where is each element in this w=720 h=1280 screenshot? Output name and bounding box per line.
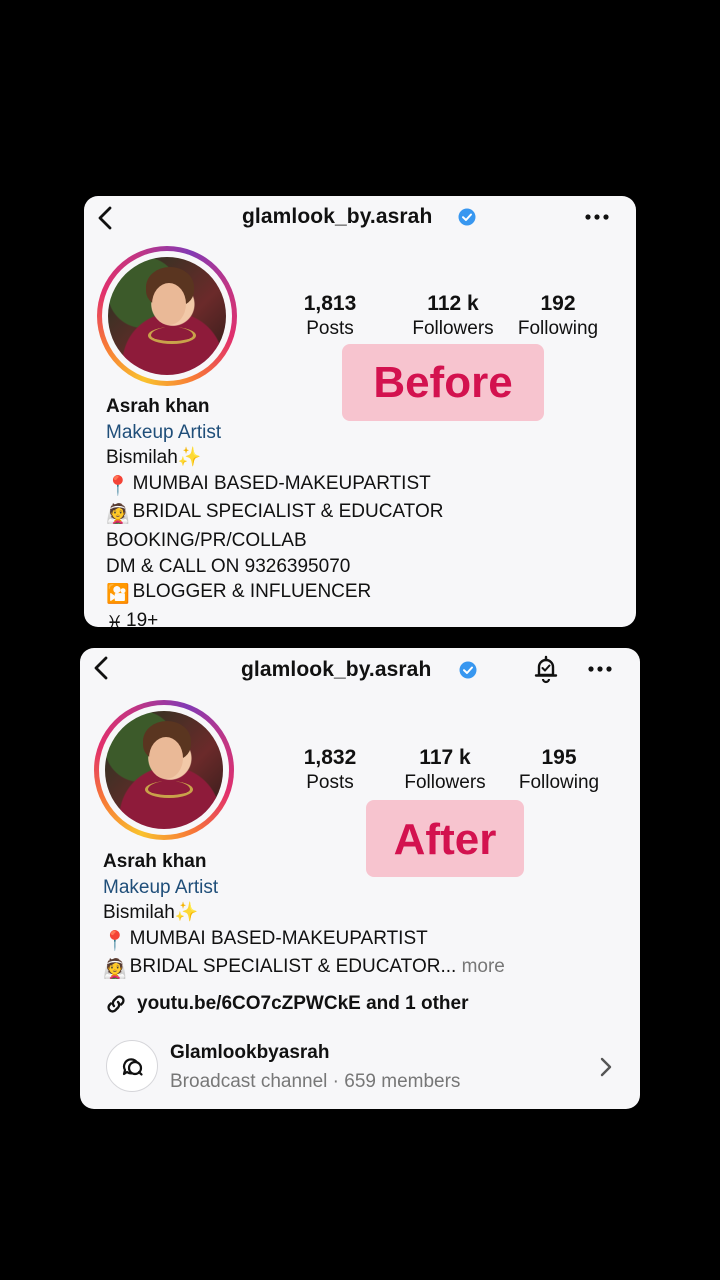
stat-followers[interactable]: 112 k Followers <box>393 292 513 342</box>
followers-label: Followers <box>404 772 486 793</box>
profile-username: glamlook_by.asrah <box>241 658 432 681</box>
following-count: 192 <box>540 292 576 315</box>
bio-line: 👰 BRIDAL SPECIALIST & EDUCATOR... more <box>103 954 505 983</box>
profile-link[interactable]: youtu.be/6CO7cZPWCkE and 1 other <box>137 993 469 1015</box>
camera-icon: 🎦 <box>106 584 130 606</box>
bride-icon: 👰 <box>106 504 130 526</box>
profile-bio: Asrah khan Makeup Artist Bismilah✨ 📍 MUMB… <box>103 849 505 983</box>
posts-label: Posts <box>306 318 354 339</box>
chevron-right-icon <box>600 1057 612 1077</box>
pisces-icon: ♓ <box>106 612 124 627</box>
followers-count: 112 k <box>427 292 479 315</box>
bio-line: BOOKING/PR/COLLAB <box>106 529 307 551</box>
profile-bio: Asrah khan Makeup Artist Bismilah✨ 📍 MUMB… <box>106 394 443 627</box>
more-options-icon[interactable] <box>587 665 613 673</box>
bell-icon[interactable] <box>531 654 561 684</box>
bio-line: DM & CALL ON 9326395070 <box>106 555 351 577</box>
posts-label: Posts <box>306 772 354 793</box>
bio-line: 👰 BRIDAL SPECIALIST & EDUCATOR <box>106 499 443 528</box>
bio-line: Bismilah✨ <box>106 447 202 469</box>
bio-line: 📍 MUMBAI BASED-MAKEUPARTIST <box>103 926 505 955</box>
channel-name: Glamlookbyasrah <box>170 1042 330 1063</box>
link-icon <box>107 995 125 1013</box>
stat-following[interactable]: 192 Following <box>508 292 608 342</box>
profile-header: glamlook_by.asrah <box>84 196 636 240</box>
back-icon[interactable] <box>90 654 112 682</box>
stat-posts: 1,813 Posts <box>290 292 370 342</box>
followers-count: 117 k <box>419 746 471 769</box>
pin-icon: 📍 <box>106 475 130 497</box>
verified-icon <box>458 208 476 226</box>
channel-meta: Broadcast channel · 659 members <box>170 1071 461 1092</box>
profile-name: Asrah khan <box>103 851 207 872</box>
following-count: 195 <box>541 746 577 769</box>
broadcast-channel-icon <box>106 1040 158 1092</box>
bio-line: 🎦 BLOGGER & INFLUENCER <box>106 579 443 608</box>
profile-category[interactable]: Makeup Artist <box>106 420 443 446</box>
profile-username: glamlook_by.asrah <box>242 205 433 228</box>
posts-count: 1,832 <box>303 746 357 769</box>
broadcast-channel-row[interactable]: Glamlookbyasrah Broadcast channel · 659 … <box>106 1040 616 1096</box>
bio-line: 📍 MUMBAI BASED-MAKEUPARTIST <box>106 471 443 500</box>
bio-more-link[interactable]: more <box>462 956 505 977</box>
pin-icon: 📍 <box>103 930 127 952</box>
verified-icon <box>459 661 477 679</box>
bio-line: ♓ 19+ <box>106 608 443 627</box>
following-label: Following <box>518 772 600 793</box>
followers-label: Followers <box>412 318 494 339</box>
bride-icon: 👰 <box>103 959 127 981</box>
avatar[interactable] <box>97 246 237 386</box>
before-profile-card: glamlook_by.asrah 1,813 Posts 112 k Foll… <box>84 196 636 627</box>
back-icon[interactable] <box>94 204 116 232</box>
after-profile-card: glamlook_by.asrah 1,832 Posts 117 k Foll… <box>80 648 640 1109</box>
stat-following[interactable]: 195 Following <box>509 746 609 796</box>
avatar[interactable] <box>94 700 234 840</box>
profile-header: glamlook_by.asrah <box>80 648 640 692</box>
following-label: Following <box>517 318 599 339</box>
stat-posts: 1,832 Posts <box>290 746 370 796</box>
more-options-icon[interactable] <box>584 213 610 221</box>
bio-line: Bismilah✨ <box>103 902 199 924</box>
stat-followers[interactable]: 117 k Followers <box>385 746 505 796</box>
posts-count: 1,813 <box>303 292 357 315</box>
profile-category[interactable]: Makeup Artist <box>103 875 505 901</box>
profile-name: Asrah khan <box>106 396 210 417</box>
